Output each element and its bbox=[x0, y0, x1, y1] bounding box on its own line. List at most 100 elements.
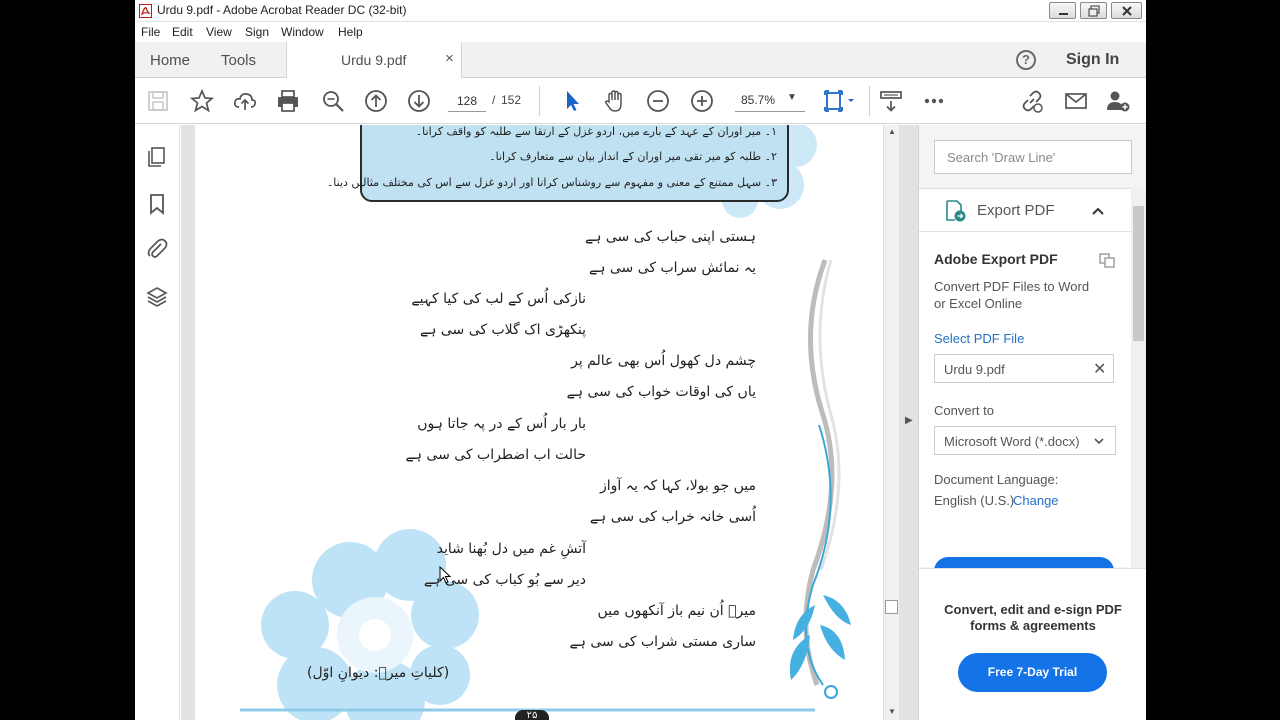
tab-document[interactable]: Urdu 9.pdf × bbox=[286, 42, 462, 79]
restore-icon bbox=[1088, 5, 1100, 17]
layers-icon[interactable] bbox=[145, 285, 169, 309]
expand-right-panel-icon[interactable]: ▶ bbox=[905, 415, 913, 426]
menu-sign[interactable]: Sign bbox=[245, 25, 269, 39]
objective-item: ۲۔ طلبہ کو میر تقی میر اوران کے انداز بی… bbox=[489, 150, 777, 163]
maximize-button[interactable] bbox=[1080, 2, 1107, 19]
export-pdf-icon bbox=[946, 200, 966, 222]
zoom-in-icon[interactable] bbox=[689, 88, 715, 114]
minimize-icon bbox=[1059, 13, 1068, 15]
chevron-up-icon[interactable] bbox=[1091, 204, 1105, 218]
title-bar: Urdu 9.pdf - Adobe Acrobat Reader DC (32… bbox=[135, 0, 1146, 22]
page-number-badge: ۲۵ bbox=[515, 710, 549, 720]
share-link-icon[interactable] bbox=[1019, 88, 1045, 114]
tab-bar: Home Tools Urdu 9.pdf × ? Sign In bbox=[135, 42, 1146, 79]
panel-description: Convert PDF Files to Word or Excel Onlin… bbox=[934, 279, 1090, 311]
verse-line: نازکی اُس کے لب کی کیا کہیے bbox=[411, 291, 586, 307]
pane-scrollbar-thumb[interactable] bbox=[1133, 206, 1144, 341]
change-language-link[interactable]: Change bbox=[1013, 493, 1059, 508]
objectives-box: ۱۔ میر اوران کے عہد کے بارے میں، اردو غز… bbox=[327, 125, 789, 202]
add-user-icon[interactable] bbox=[1105, 88, 1131, 114]
more-icon[interactable] bbox=[921, 88, 947, 114]
fit-page-icon[interactable] bbox=[823, 88, 859, 114]
page-number-input[interactable] bbox=[448, 90, 486, 112]
page-down-icon[interactable] bbox=[406, 88, 432, 114]
selected-file-name: Urdu 9.pdf bbox=[944, 362, 1005, 377]
zoom-level-value: 85.7% bbox=[741, 93, 776, 107]
tools-pane: Export PDF Adobe Export PDF Convert PDF … bbox=[918, 125, 1146, 720]
minimize-button[interactable] bbox=[1049, 2, 1076, 19]
bookmark-icon[interactable] bbox=[145, 192, 169, 216]
save-icon[interactable] bbox=[145, 88, 171, 114]
panel-title: Adobe Export PDF bbox=[934, 251, 1058, 267]
toolbar: / 152 85.7% ▼ bbox=[135, 78, 1146, 124]
close-window-button[interactable] bbox=[1111, 2, 1142, 19]
promo-panel: Convert, edit and e-sign PDF forms & agr… bbox=[919, 568, 1146, 720]
scroll-down-icon[interactable]: ▼ bbox=[888, 707, 896, 716]
page-total: 152 bbox=[501, 93, 522, 107]
document-language-label: Document Language: bbox=[934, 472, 1059, 487]
services-icon[interactable] bbox=[1099, 252, 1115, 268]
toolbar-divider bbox=[539, 86, 540, 116]
convert-to-label: Convert to bbox=[934, 403, 994, 418]
zoom-level-select[interactable]: 85.7% ▼ bbox=[735, 90, 805, 112]
format-select[interactable]: Microsoft Word (*.docx) bbox=[934, 426, 1116, 455]
clear-file-icon[interactable]: ✕ bbox=[1093, 359, 1106, 379]
tab-document-label: Urdu 9.pdf bbox=[341, 52, 407, 68]
selected-file-field[interactable]: Urdu 9.pdf ✕ bbox=[934, 354, 1114, 383]
format-value: Microsoft Word (*.docx) bbox=[944, 434, 1080, 449]
menu-help[interactable]: Help bbox=[338, 25, 363, 39]
menu-window[interactable]: Window bbox=[281, 25, 324, 39]
verse-line: یہ نمائش سراب کی سی ہے bbox=[588, 260, 756, 276]
toolbar-divider bbox=[869, 86, 870, 116]
verse-line: چشم دل کھول اُس بھی عالم پر bbox=[571, 353, 756, 369]
pages-icon[interactable] bbox=[145, 145, 169, 169]
page-separator: / bbox=[492, 93, 496, 107]
select-file-link[interactable]: Select PDF File bbox=[934, 331, 1024, 346]
verse-line: اُسی خانہ خراب کی سی ہے bbox=[589, 509, 756, 525]
mouse-cursor-icon bbox=[439, 566, 451, 584]
tools-search-input[interactable] bbox=[934, 140, 1132, 174]
verse-line: حالت اب اضطراب کی سی ہے bbox=[405, 447, 586, 463]
hand-icon[interactable] bbox=[602, 88, 628, 114]
verse-line: ساری مستی شراب کی سی ہے bbox=[569, 634, 756, 650]
scrollbar-thumb[interactable] bbox=[885, 600, 898, 614]
tab-home[interactable]: Home bbox=[150, 52, 190, 69]
attachment-icon[interactable] bbox=[145, 236, 169, 260]
scroll-up-icon[interactable]: ▲ bbox=[888, 127, 896, 136]
email-icon[interactable] bbox=[1063, 88, 1089, 114]
objective-item: ۱۔ میر اوران کے عہد کے بارے میں، اردو غز… bbox=[415, 125, 777, 138]
zoom-search-icon[interactable] bbox=[320, 88, 346, 114]
sign-in-button[interactable]: Sign In bbox=[1066, 51, 1119, 69]
page-up-icon[interactable] bbox=[363, 88, 389, 114]
tab-tools[interactable]: Tools bbox=[221, 52, 256, 69]
left-navigation-rail bbox=[135, 125, 180, 720]
verse-line: ہستی اپنی حباب کی سی ہے bbox=[585, 229, 756, 245]
scroll-mode-icon[interactable] bbox=[878, 88, 904, 114]
verse-line: پنکھڑی اک گلاب کی سی ہے bbox=[420, 322, 586, 338]
export-pdf-label: Export PDF bbox=[977, 202, 1055, 219]
document-scrollbar[interactable]: ▲ ▼ bbox=[883, 125, 899, 720]
export-pdf-header[interactable]: Export PDF bbox=[919, 188, 1131, 232]
document-viewport[interactable]: ۱۔ میر اوران کے عہد کے بارے میں، اردو غز… bbox=[181, 125, 918, 720]
export-pdf-panel: Adobe Export PDF Convert PDF Files to Wo… bbox=[919, 232, 1131, 577]
free-trial-button[interactable]: Free 7-Day Trial bbox=[958, 653, 1107, 692]
select-cursor-icon[interactable] bbox=[559, 88, 585, 114]
chevron-down-icon bbox=[1094, 438, 1104, 445]
tab-close-icon[interactable]: × bbox=[445, 50, 454, 67]
menu-file[interactable]: File bbox=[141, 25, 160, 39]
print-icon[interactable] bbox=[275, 88, 301, 114]
help-icon[interactable]: ? bbox=[1016, 50, 1036, 70]
upload-icon[interactable] bbox=[232, 88, 258, 114]
verse-line: میرؔ اُن نیم باز آنکھوں میں bbox=[597, 603, 757, 619]
acrobat-app-icon bbox=[139, 4, 152, 18]
promo-text: Convert, edit and e-sign PDF forms & agr… bbox=[944, 602, 1122, 633]
pane-scrollbar[interactable] bbox=[1131, 188, 1146, 568]
zoom-out-icon[interactable] bbox=[645, 88, 671, 114]
menu-edit[interactable]: Edit bbox=[172, 25, 193, 39]
menu-view[interactable]: View bbox=[206, 25, 232, 39]
close-icon bbox=[1122, 6, 1132, 16]
verse-line: بار بار اُس کے در پہ جاتا ہوں bbox=[417, 416, 586, 432]
objective-item: ۳۔ سہل ممتنع کے معنی و مفہوم سے روشناس ک… bbox=[326, 176, 777, 189]
bookmark-star-icon[interactable] bbox=[189, 88, 215, 114]
verse-line: یاں کی اوقات خواب کی سی ہے bbox=[566, 384, 756, 400]
